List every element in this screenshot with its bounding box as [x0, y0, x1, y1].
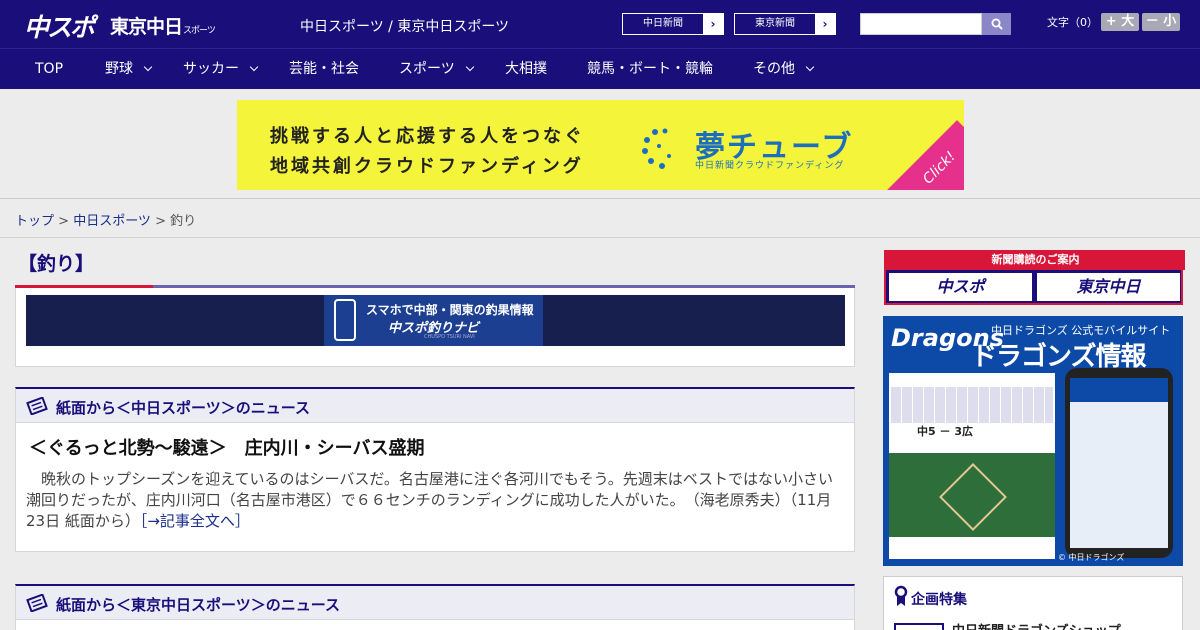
top-header: 中スポ 東京中日スポーツ 中日スポーツ / 東京中日スポーツ 中日新聞 › 東京新…	[0, 0, 1200, 48]
diamond-shape	[939, 463, 1007, 531]
chevron-down-icon	[143, 62, 153, 72]
crowdfunding-ad-banner[interactable]: 挑戦する人と応援する人をつなぐ 地域共創クラウドファンディング 夢チューブ 中日…	[237, 100, 964, 190]
nav-item-keiba[interactable]: 競馬・ボート・競輪	[587, 49, 713, 90]
subscribe-tokyo-chunichi-button[interactable]: 東京中日	[1037, 273, 1180, 301]
news-section-title: 紙面から＜中日スポーツ＞のニュース	[56, 399, 310, 417]
nav-label: スポーツ	[399, 61, 455, 77]
ad-line-1: 挑戦する人と応援する人をつなぐ	[270, 126, 585, 147]
tokyo-chunichi-news-box: 紙面から＜東京中日スポーツ＞のニュース	[15, 584, 855, 630]
navi-line-3: CHUSPO TSURI NAVI	[424, 334, 475, 340]
nav-item-other[interactable]: その他	[753, 49, 815, 90]
feature-thumbnail[interactable]	[894, 623, 944, 630]
breadcrumb-current: 釣り	[170, 214, 197, 229]
tsuri-navi-box: スマホで中部・関東の釣果情報 中スポ釣りナビ CHUSPO TSURI NAVI	[15, 288, 855, 367]
nav-label: 芸能・社会	[289, 61, 359, 77]
page-title: 【釣り】	[18, 253, 95, 275]
ad-area: 挑戦する人と応援する人をつなぐ 地域共創クラウドファンディング 夢チューブ 中日…	[0, 89, 1200, 199]
news-section-header: 紙面から＜中日スポーツ＞のニュース	[16, 389, 854, 423]
breadcrumb-chunichi-sports[interactable]: 中日スポーツ	[73, 214, 151, 229]
breadcrumb-top[interactable]: トップ	[15, 214, 54, 229]
main-nav: TOP 野球 サッカー 芸能・社会 スポーツ 大相撲 競馬・ボート・競輪 その他	[0, 48, 1200, 89]
site-names: 中日スポーツ / 東京中日スポーツ	[300, 19, 510, 35]
ad-subtitle: 中日新聞クラウドファンディング	[695, 161, 845, 171]
subscribe-chuspo-button[interactable]: 中スポ	[889, 273, 1032, 301]
font-larger-button[interactable]: + 大	[1101, 13, 1139, 31]
article-summary: 晩秋のトップシーズンを迎えているのはシーバスだ。名古屋港に注ぐ各河川でもそう。先…	[26, 469, 846, 532]
tokyo-chunichi-logo[interactable]: 東京中日スポーツ	[110, 12, 216, 39]
nav-item-baseball[interactable]: 野球	[105, 49, 153, 90]
breadcrumb-sep: >	[54, 214, 74, 229]
chunichi-shimbun-button[interactable]: 中日新聞 ›	[622, 13, 724, 35]
tsuri-navi-banner[interactable]: スマホで中部・関東の釣果情報 中スポ釣りナビ CHUSPO TSURI NAVI	[26, 295, 845, 346]
phone-screen	[1070, 378, 1168, 548]
tokyo-logo-text: 東京中日	[110, 16, 183, 38]
feature-title: 企画特集	[911, 592, 967, 608]
chunichi-shimbun-label: 中日新聞	[643, 18, 683, 29]
nav-item-sports[interactable]: スポーツ	[399, 49, 474, 90]
chevron-down-icon	[249, 62, 259, 72]
nav-label: その他	[753, 61, 795, 77]
baseball-field-graphic	[889, 453, 1055, 537]
dots-logo-icon	[642, 128, 671, 169]
breadcrumb-sep: >	[150, 214, 171, 229]
article-title[interactable]: ＜ぐるっと北勢～駿遠＞ 庄内川・シーバス盛期	[29, 434, 424, 460]
chuspo-logo[interactable]: 中スポ	[24, 8, 95, 44]
smartphone-icon	[334, 299, 356, 341]
nav-label: サッカー	[183, 61, 239, 77]
nav-item-top[interactable]: TOP	[35, 49, 63, 90]
nav-label: 競馬・ボート・競輪	[587, 61, 713, 77]
ad-line-2: 地域共創クラウドファンディング	[270, 156, 584, 177]
tsuri-navi-inner: スマホで中部・関東の釣果情報 中スポ釣りナビ CHUSPO TSURI NAVI	[324, 295, 543, 346]
smartphone-graphic	[1065, 368, 1173, 558]
nav-label: TOP	[35, 61, 64, 77]
chevron-down-icon	[465, 62, 474, 72]
nav-item-entertainment[interactable]: 芸能・社会	[289, 49, 359, 90]
news-section-title: 紙面から＜東京中日スポーツ＞のニュース	[56, 596, 340, 614]
nav-label: 大相撲	[505, 61, 547, 77]
tokyo-logo-small: スポーツ	[183, 26, 216, 36]
font-size-label: 文字（0）	[1047, 16, 1098, 29]
tokyo-shimbun-label: 東京新聞	[755, 18, 795, 29]
dragons-copyright: © 中日ドラゴンズ	[1058, 553, 1125, 562]
newspaper-icon	[26, 397, 48, 415]
nav-item-sumo[interactable]: 大相撲	[505, 49, 547, 90]
news-section-header: 紙面から＜東京中日スポーツ＞のニュース	[16, 586, 854, 620]
subscription-heading: 新聞購読のご案内	[886, 250, 1185, 270]
chunichi-sports-news-box: 紙面から＜中日スポーツ＞のニュース ＜ぐるっと北勢～駿遠＞ 庄内川・シーバス盛期…	[15, 387, 855, 552]
score-text: 中5 － 3広	[917, 425, 973, 438]
feature-box: 企画特集 中日新聞ドラゴンズショップ	[883, 576, 1183, 630]
full-article-link[interactable]: ［→記事全文へ］	[140, 512, 250, 530]
tokyo-shimbun-button[interactable]: 東京新聞 ›	[734, 13, 836, 35]
feature-item-link[interactable]: 中日新聞ドラゴンズショップ	[952, 620, 1121, 630]
search-button[interactable]	[982, 13, 1011, 35]
search-input[interactable]	[860, 13, 982, 35]
nav-item-soccer[interactable]: サッカー	[183, 49, 259, 90]
breadcrumb-bar: トップ > 中日スポーツ > 釣り	[0, 200, 1200, 238]
newspaper-icon	[26, 594, 48, 612]
phone-header	[1070, 378, 1168, 402]
breadcrumb: トップ > 中日スポーツ > 釣り	[15, 210, 196, 229]
chevron-right-icon: ›	[815, 14, 835, 34]
font-smaller-button[interactable]: － 小	[1142, 13, 1180, 31]
scoreboard-screenshot: 中5 － 3広	[889, 373, 1055, 559]
score-grid	[891, 387, 1053, 423]
nav-label: 野球	[105, 61, 133, 77]
navi-line-1: スマホで中部・関東の釣果情報	[366, 303, 534, 317]
chevron-down-icon	[805, 62, 815, 72]
ribbon-icon	[894, 585, 908, 606]
chevron-right-icon: ›	[703, 14, 723, 34]
dragons-mobile-ad[interactable]: Dragons 中日ドラゴンズ 公式モバイルサイト ドラゴンズ情報 中5 － 3…	[883, 316, 1183, 566]
search-icon	[991, 18, 1003, 30]
subscription-box: 新聞購読のご案内 中スポ 東京中日	[884, 250, 1185, 305]
